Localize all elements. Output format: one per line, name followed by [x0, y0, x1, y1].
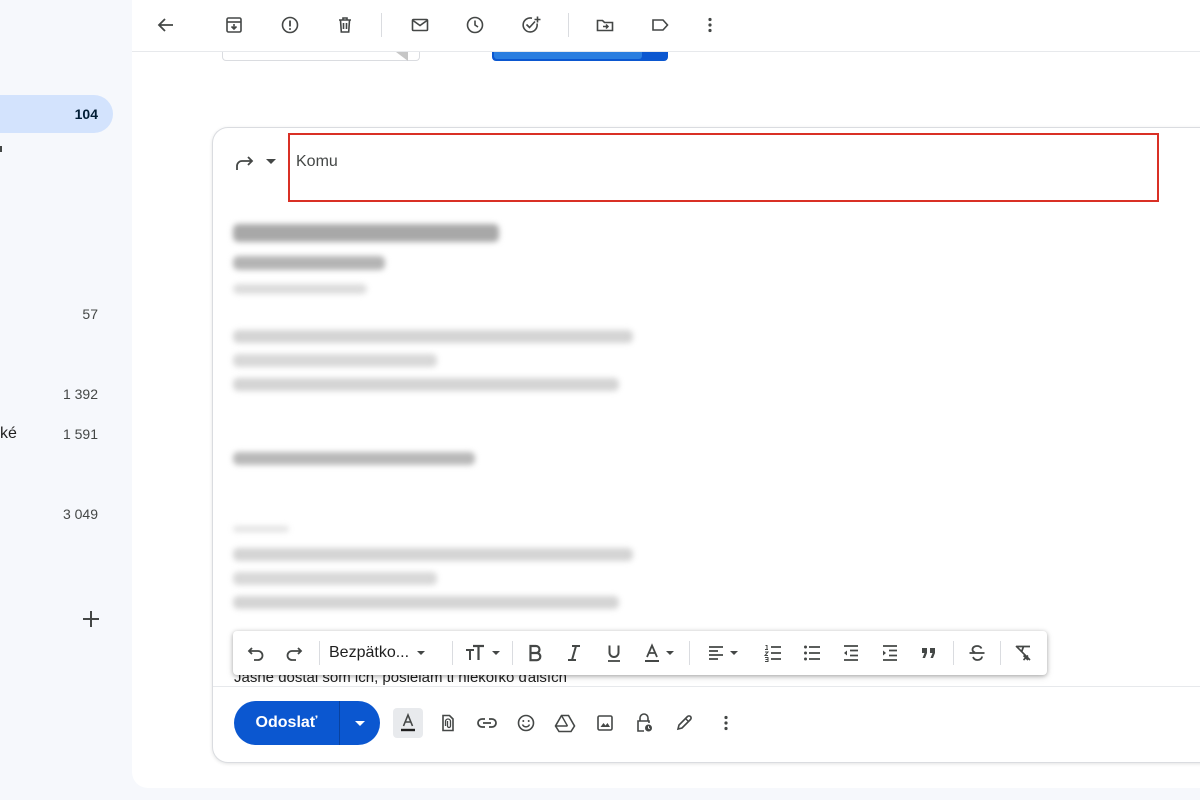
confidential-mode-icon[interactable]: [629, 708, 659, 738]
italic-icon[interactable]: [559, 639, 589, 667]
reply-button-edge: [222, 52, 420, 61]
sidebar-count: 1 392: [62, 386, 98, 402]
insert-link-icon[interactable]: [472, 708, 502, 738]
chevron-down-icon: [666, 651, 674, 655]
report-spam-icon[interactable]: [271, 6, 309, 44]
blurred-header-line: [233, 378, 619, 391]
blurred-forwarded-title: [233, 224, 499, 242]
toolbar-divider: [689, 641, 690, 665]
sidebar-count: 57: [82, 306, 98, 322]
add-to-tasks-icon[interactable]: [512, 6, 550, 44]
insert-drive-icon[interactable]: [550, 708, 580, 738]
toolbar-divider: [381, 13, 382, 37]
compose-divider: [213, 686, 1200, 687]
insert-photo-icon[interactable]: [590, 708, 620, 738]
mark-unread-icon[interactable]: [401, 6, 439, 44]
archive-icon[interactable]: [215, 6, 253, 44]
forward-compose-card: Komu Jasné dostal som ich, posielam ti n…: [212, 127, 1200, 763]
signature-pen-icon[interactable]: [669, 708, 699, 738]
toolbar-divider: [953, 641, 954, 665]
underline-icon[interactable]: [599, 639, 629, 667]
blurred-header-line: [233, 548, 633, 561]
undo-icon[interactable]: [241, 639, 271, 667]
toolbar-divider: [512, 641, 513, 665]
toolbar-divider: [319, 641, 320, 665]
blurred-sender-name: [233, 256, 385, 270]
chevron-down-icon: [730, 651, 738, 655]
send-button-group: Odoslať: [234, 701, 380, 745]
font-size-icon[interactable]: [460, 639, 504, 667]
forward-button-edge-highlight: [494, 52, 642, 59]
bulleted-list-icon[interactable]: [797, 639, 827, 667]
to-field-label: Komu: [296, 153, 338, 170]
text-color-icon[interactable]: [638, 639, 678, 667]
toolbar-divider: [1000, 641, 1001, 665]
strikethrough-icon[interactable]: [962, 639, 992, 667]
remove-formatting-icon[interactable]: [1008, 639, 1038, 667]
blurred-date: [233, 284, 367, 294]
indent-less-icon[interactable]: [836, 639, 866, 667]
main-panel: Komu Jasné dostal som ich, posielam ti n…: [132, 0, 1200, 788]
reply-button-shadow: [396, 52, 408, 61]
sidebar-count-inbox: 104: [74, 106, 98, 122]
forward-arrow-icon[interactable]: [233, 151, 257, 175]
blurred-header-line: [233, 572, 437, 585]
move-to-icon[interactable]: [586, 6, 624, 44]
font-family-label: Bezpätko...: [329, 644, 410, 661]
quote-icon[interactable]: [914, 639, 944, 667]
back-arrow-icon[interactable]: [147, 6, 185, 44]
label-icon[interactable]: [641, 6, 679, 44]
toolbar-divider: [568, 13, 569, 37]
chevron-down-icon: [492, 651, 500, 655]
send-button[interactable]: Odoslať: [234, 701, 339, 745]
left-sidebar: 104 57 1 392 ké 1 591 3 049: [0, 0, 132, 800]
formatting-options-icon[interactable]: [393, 708, 423, 738]
schedule-send-dropdown[interactable]: [340, 701, 380, 745]
blurred-separator: [233, 526, 289, 532]
recipient-to-field[interactable]: Komu: [288, 133, 1159, 202]
indent-more-icon[interactable]: [875, 639, 905, 667]
insert-emoji-icon[interactable]: [511, 708, 541, 738]
delete-icon[interactable]: [326, 6, 364, 44]
sidebar-count: 1 591: [62, 426, 98, 442]
reply-type-dropdown-icon[interactable]: [266, 159, 276, 164]
numbered-list-icon[interactable]: [758, 639, 788, 667]
blurred-header-line: [233, 330, 633, 343]
more-options-icon[interactable]: [711, 708, 741, 738]
blurred-header-line: [233, 596, 619, 609]
redo-icon[interactable]: [279, 639, 309, 667]
more-vert-icon[interactable]: [691, 6, 729, 44]
attach-file-icon[interactable]: [433, 708, 463, 738]
blurred-body-line: [233, 452, 475, 465]
blurred-header-line: [233, 354, 437, 367]
formatting-toolbar: Bezpätko...: [233, 631, 1047, 675]
toolbar-divider: [452, 641, 453, 665]
sidebar-count: 3 049: [62, 506, 98, 522]
snooze-icon[interactable]: [456, 6, 494, 44]
message-toolbar: [132, 0, 1200, 52]
chevron-down-icon: [355, 720, 365, 726]
create-label-plus-icon[interactable]: [80, 608, 102, 630]
align-icon[interactable]: [699, 639, 745, 667]
sidebar-fragment-mark: [0, 146, 3, 152]
bold-icon[interactable]: [520, 639, 550, 667]
sidebar-item-label[interactable]: ké: [0, 425, 17, 443]
font-family-select[interactable]: Bezpätko...: [329, 639, 445, 667]
chevron-down-icon: [417, 651, 426, 655]
